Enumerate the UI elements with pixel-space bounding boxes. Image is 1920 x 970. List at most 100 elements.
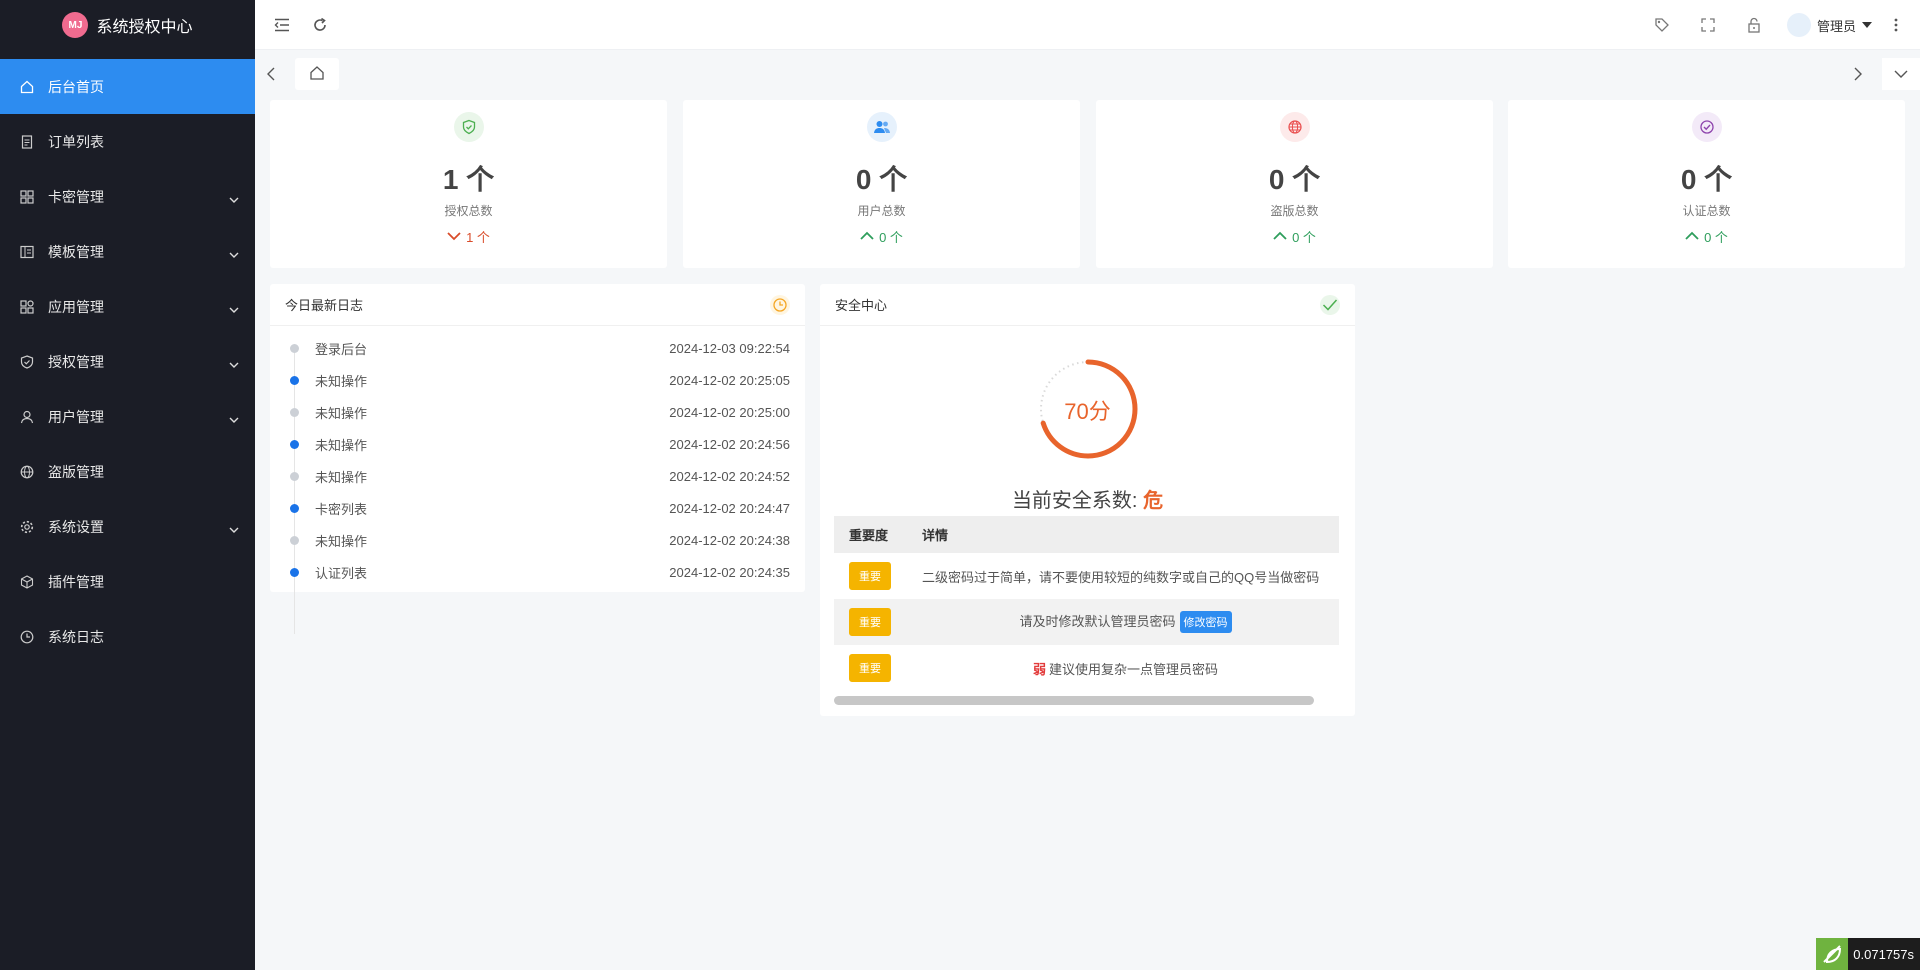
stat-value: 0 个: [855, 164, 908, 195]
sidebar-item-home[interactable]: 后台首页: [0, 59, 255, 114]
log-time: 2024-12-02 20:24:56: [669, 436, 790, 452]
sidebar-item-label: 应用管理: [48, 298, 104, 315]
stat-trend-value: 1 个: [466, 230, 490, 245]
leaf-icon: [1816, 938, 1849, 970]
column-header-detail: 详情: [922, 528, 949, 543]
chevron-down-icon: [229, 522, 239, 538]
list-item: 未知操作 2024-12-02 20:24:38: [285, 524, 790, 556]
column-header-level: 重要度: [849, 528, 889, 543]
sidebar-item-logs[interactable]: 系统日志: [0, 609, 255, 664]
sidebar-item-label: 后台首页: [48, 78, 104, 95]
log-timeline: 登录后台 2024-12-03 09:22:54 未知操作 2024-12-02 2…: [270, 326, 805, 634]
sidebar-item-orders[interactable]: 订单列表: [0, 114, 255, 169]
list-item: 未知操作 2024-12-02 20:25:00: [285, 396, 790, 428]
security-coefficient: 当前安全系数: 危: [820, 484, 1355, 513]
list-item: 认证列表 2024-12-02 20:24:35: [285, 556, 790, 588]
chevron-down-icon: [229, 302, 239, 318]
weak-label: 弱: [1032, 661, 1046, 677]
sidebar-item-users[interactable]: 用户管理: [0, 389, 255, 444]
log-text: 未知操作: [315, 405, 368, 421]
grid-icon: [20, 189, 34, 204]
globe-icon: [20, 465, 34, 479]
stat-trend-value: 0 个: [1704, 230, 1728, 245]
timeline-dot: [290, 536, 299, 545]
coef-value: 危: [1143, 490, 1164, 512]
coef-label: 当前安全系数:: [1011, 490, 1138, 512]
tag-icon[interactable]: [1652, 15, 1672, 35]
check-icon: [1320, 295, 1340, 315]
sidebar-item-label: 盗版管理: [48, 463, 104, 480]
stat-card-piracy: 0 个 盗版总数 0 个: [1096, 100, 1493, 268]
sidebar-menu: 后台首页 订单列表 卡密管理 模板管理 应用管理 授权管理 用户管理 盗版管理 …: [0, 59, 255, 664]
importance-badge: 重要: [849, 562, 891, 590]
brand-title: 系统授权中心: [96, 19, 193, 36]
timeline-dot: [290, 504, 299, 513]
row-detail-text: 请及时修改默认管理员密码: [1019, 614, 1176, 629]
table-row: 重要 请及时修改默认管理员密码 修改密码: [834, 599, 1339, 645]
tabs-dropdown[interactable]: [1882, 58, 1920, 90]
page-timer: 0.071757s: [1816, 938, 1920, 970]
stat-trend: 0 个: [1508, 227, 1905, 246]
chevron-down-icon: [229, 247, 239, 263]
sidebar-item-piracy[interactable]: 盗版管理: [0, 444, 255, 499]
security-score: 70分: [1064, 399, 1111, 424]
security-panel-title: 安全中心: [835, 298, 888, 313]
user-menu[interactable]: 管理员: [1786, 13, 1872, 37]
brand-logo: MJ: [62, 12, 89, 38]
sidebar-item-label: 用户管理: [48, 408, 104, 425]
clock-icon: [770, 295, 790, 315]
more-vertical-icon[interactable]: [1886, 15, 1906, 35]
security-table-scrollbar[interactable]: [834, 696, 1314, 705]
stat-trend: 0 个: [683, 227, 1080, 246]
row-detail: 弱建议使用复杂一点管理员密码: [922, 659, 1339, 678]
shield-check-icon: [20, 354, 34, 369]
tab-home[interactable]: [295, 58, 339, 90]
lock-icon[interactable]: [1744, 15, 1764, 35]
chevron-up-icon: [1685, 229, 1699, 244]
table-row: 重要 弱建议使用复杂一点管理员密码: [834, 645, 1339, 691]
log-time: 2024-12-02 20:24:38: [669, 532, 790, 548]
caret-down-icon: [1862, 22, 1872, 28]
log-time: 2024-12-02 20:24:47: [669, 500, 790, 516]
stat-trend-value: 0 个: [879, 230, 903, 245]
sidebar-item-label: 系统设置: [48, 518, 104, 535]
tabs-scroll-right-icon[interactable]: [1846, 62, 1870, 86]
sidebar-item-label: 系统日志: [48, 628, 104, 645]
fullscreen-icon[interactable]: [1698, 15, 1718, 35]
security-panel-header: 安全中心: [820, 284, 1355, 326]
chevron-down-icon: [229, 357, 239, 373]
timeline-dot: [290, 440, 299, 449]
sidebar-item-apps[interactable]: 应用管理: [0, 279, 255, 334]
stat-trend-value: 0 个: [1292, 230, 1316, 245]
log-time: 2024-12-02 20:25:05: [669, 372, 790, 388]
list-item: 未知操作 2024-12-02 20:25:05: [285, 364, 790, 396]
gear-icon: [20, 520, 34, 534]
refresh-icon[interactable]: [310, 15, 330, 35]
brand[interactable]: MJ 系统授权中心: [0, 0, 255, 50]
tabs-scroll-left-icon[interactable]: [259, 62, 283, 86]
apps-icon: [20, 299, 34, 314]
log-text: 未知操作: [315, 469, 368, 485]
sidebar-item-cards[interactable]: 卡密管理: [0, 169, 255, 224]
change-password-button[interactable]: 修改密码: [1179, 611, 1232, 633]
user-name: 管理员: [1816, 18, 1856, 34]
timeline-dot: [290, 408, 299, 417]
top-header: 管理员: [255, 0, 1920, 50]
list-item: 登录后台 2024-12-03 09:22:54: [285, 332, 790, 364]
timeline-dot: [290, 344, 299, 353]
user-icon: [20, 410, 34, 424]
collapse-menu-icon[interactable]: [272, 15, 292, 35]
log-text: 未知操作: [315, 437, 368, 453]
sidebar-item-plugins[interactable]: 插件管理: [0, 554, 255, 609]
globe-icon: [1279, 112, 1310, 142]
stat-trend: 1 个: [270, 227, 667, 246]
list-item: 未知操作 2024-12-02 20:24:52: [285, 460, 790, 492]
sidebar-item-label: 授权管理: [48, 353, 104, 370]
stat-value: 0 个: [1680, 164, 1733, 195]
sidebar-item-auth[interactable]: 授权管理: [0, 334, 255, 389]
sidebar-item-templates[interactable]: 模板管理: [0, 224, 255, 279]
log-panel-header: 今日最新日志: [270, 284, 805, 326]
sidebar-item-settings[interactable]: 系统设置: [0, 499, 255, 554]
stat-card-users: 0 个 用户总数 0 个: [683, 100, 1080, 268]
log-text: 未知操作: [315, 373, 368, 389]
